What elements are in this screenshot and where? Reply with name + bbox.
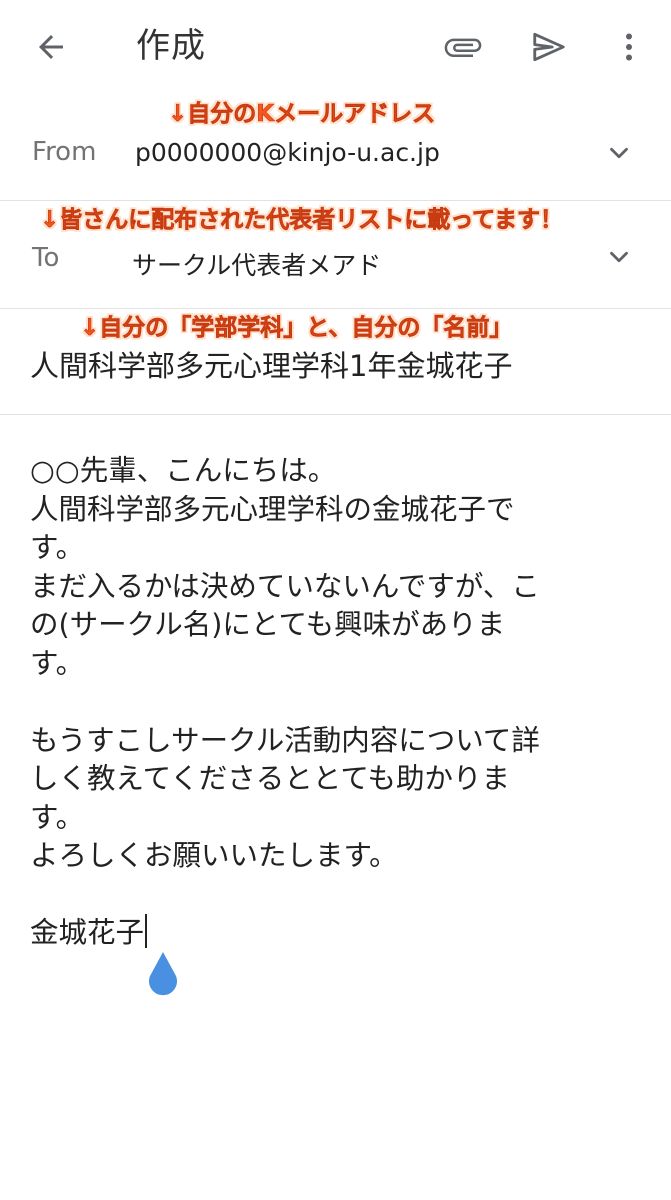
body-line: まだ入るかは決めていないんですが、こ: [30, 569, 540, 603]
to-dropdown-button[interactable]: [602, 240, 636, 274]
compose-body[interactable]: ○○先輩、こんにちは。 人間科学部多元心理学科の金城花子で す。 まだ入るかは決…: [30, 452, 642, 953]
body-line: [30, 876, 642, 915]
chevron-down-icon: [610, 251, 628, 263]
signature-text: 金城花子: [30, 916, 145, 949]
divider: [0, 308, 671, 309]
divider: [0, 200, 671, 201]
body-line: の(サークル名)にとても興味がありま: [30, 608, 506, 641]
divider: [0, 414, 671, 415]
from-label: From: [32, 137, 97, 167]
from-annotation: ↓自分のKメールアドレス: [168, 101, 436, 128]
send-button[interactable]: [524, 22, 574, 72]
attach-button[interactable]: [438, 22, 488, 72]
back-button[interactable]: [26, 22, 76, 72]
to-field[interactable]: サークル代表者メアド: [132, 246, 381, 282]
body-line: もうすこしサークル活動内容について詳: [30, 723, 540, 757]
cursor-handle-icon[interactable]: [145, 950, 181, 1000]
subject-field[interactable]: 人間科学部多元心理学科1年金城花子: [30, 343, 512, 385]
arrow-back-icon: [39, 35, 63, 59]
body-line: す。: [30, 646, 85, 680]
body-line: ○○先輩、こんにちは。: [30, 454, 337, 487]
body-line: す。: [30, 800, 85, 834]
subject-annotation: ↓自分の「学部学科」と、自分の「名前」: [80, 315, 513, 342]
to-label: To: [32, 243, 60, 273]
more-vert-icon: [626, 33, 632, 61]
to-annotation: ↓皆さんに配布された代表者リストに載ってます！: [40, 207, 564, 234]
paperclip-icon: [444, 38, 482, 57]
body-line: しく教えてくださるととても助かりま: [30, 762, 510, 795]
app-bar: 作成: [0, 0, 671, 95]
from-dropdown-button[interactable]: [602, 136, 636, 170]
from-field[interactable]: p0000000@kinjo-u.ac.jp: [135, 138, 440, 167]
body-line: す。: [30, 531, 85, 564]
body-line: [30, 683, 642, 722]
text-cursor: [145, 914, 148, 948]
chevron-down-icon: [610, 147, 628, 159]
page-title: 作成: [136, 26, 206, 66]
more-options-button[interactable]: [604, 22, 654, 72]
body-signature-line: 金城花子: [30, 914, 642, 953]
body-line: よろしくお願いいたします。: [30, 839, 398, 872]
send-icon: [533, 32, 565, 62]
body-line: 人間科学部多元心理学科の金城花子で: [30, 492, 515, 526]
